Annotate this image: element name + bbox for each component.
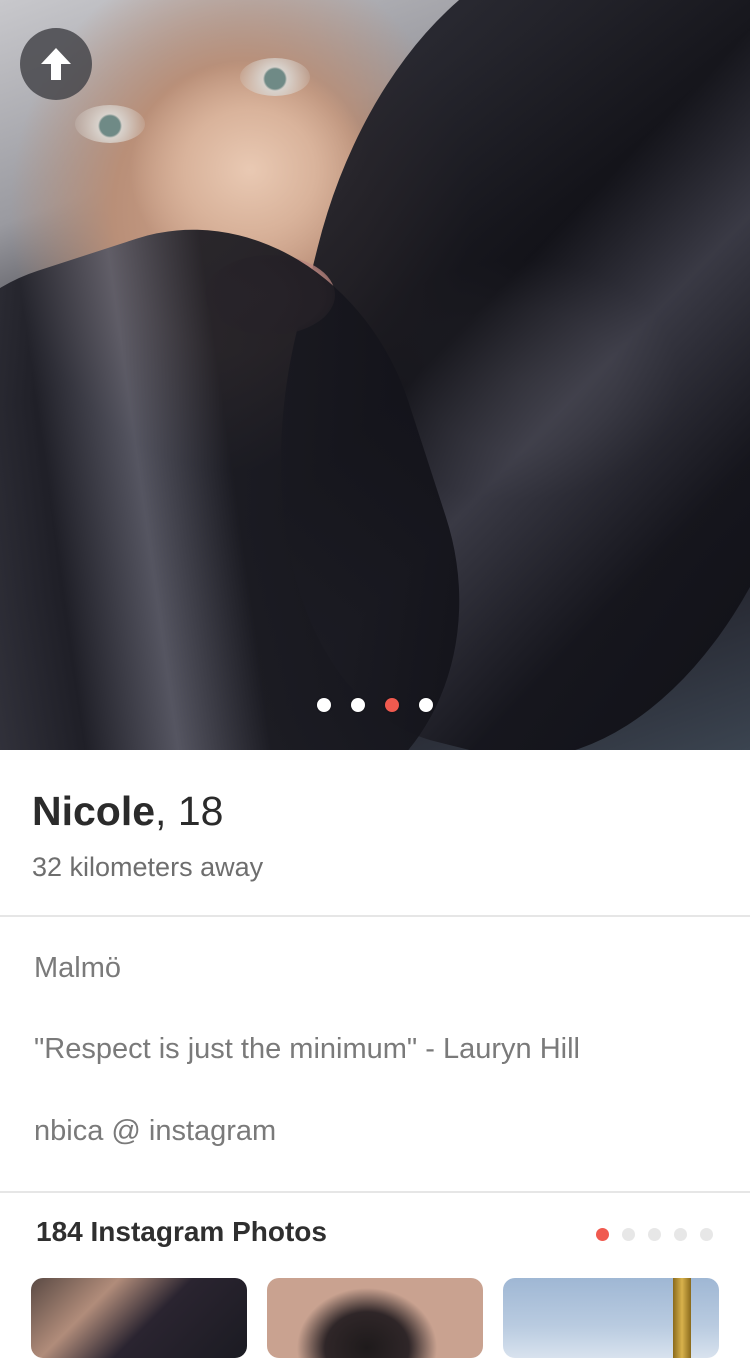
divider-top — [0, 915, 750, 917]
instagram-dot[interactable] — [622, 1228, 635, 1241]
instagram-dot-active[interactable] — [596, 1228, 609, 1241]
photo-pagination — [0, 698, 750, 714]
instagram-thumbnail[interactable] — [31, 1278, 247, 1358]
instagram-thumbnail[interactable] — [503, 1278, 719, 1358]
bio-city: Malmö — [34, 952, 122, 984]
back-button[interactable] — [20, 28, 92, 100]
photo-dot-active[interactable] — [385, 698, 399, 712]
instagram-pagination — [0, 1228, 750, 1242]
photo-dot[interactable] — [317, 698, 331, 712]
instagram-dot[interactable] — [674, 1228, 687, 1241]
arrow-up-icon — [41, 48, 71, 80]
divider-bottom — [0, 1191, 750, 1193]
photo-eye-right — [240, 58, 310, 96]
photo-eye-left — [75, 105, 145, 143]
thumbnail-pole — [673, 1278, 691, 1358]
instagram-thumbnail[interactable] — [267, 1278, 483, 1358]
profile-photo[interactable] — [0, 0, 750, 750]
bio-instagram-handle[interactable]: nbica @ instagram — [34, 1115, 276, 1148]
profile-name: Nicole — [32, 788, 156, 834]
photo-dot[interactable] — [351, 698, 365, 712]
profile-age: , 18 — [155, 788, 224, 834]
bio-quote: "Respect is just the minimum" - Lauryn H… — [34, 1033, 580, 1065]
instagram-dot[interactable] — [648, 1228, 661, 1241]
profile-name-age: Nicole, 18 — [32, 788, 223, 835]
photo-dot[interactable] — [419, 698, 433, 712]
profile-distance: 32 kilometers away — [32, 852, 264, 882]
instagram-dot[interactable] — [700, 1228, 713, 1241]
